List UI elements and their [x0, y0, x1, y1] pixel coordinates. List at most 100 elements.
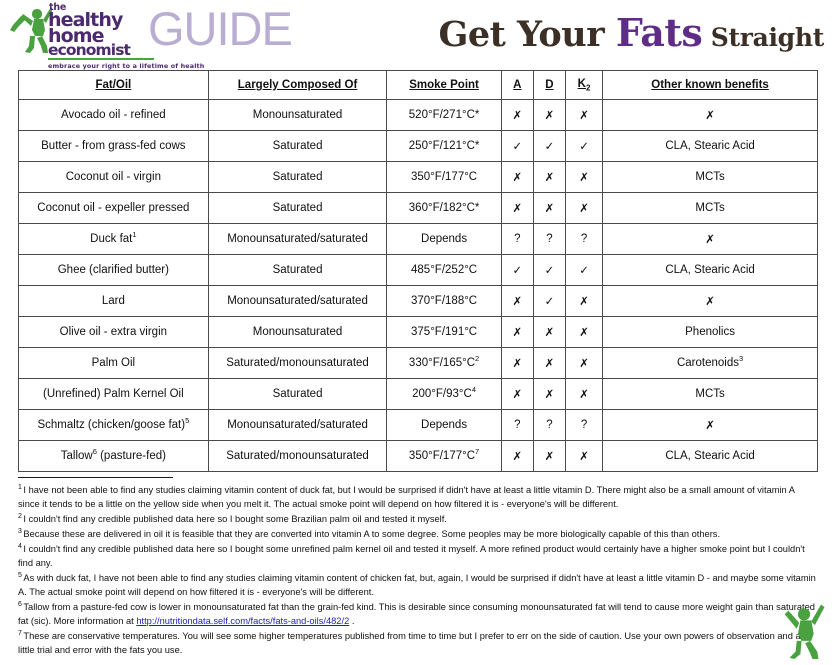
column-header-vitamin-a: A: [500, 70, 534, 100]
footnote-number: 6: [18, 600, 22, 608]
cell-vitamin-k2: ✓: [564, 254, 604, 286]
cell-composed-of: Saturated/monounsaturated: [207, 440, 388, 472]
cell-vitamin-a: ✓: [500, 130, 534, 162]
cell-fat-oil: Tallow6 (pasture-fed): [18, 440, 209, 472]
table-row: Avocado oil - refined Monounsaturated 520°…: [18, 99, 818, 131]
cell-fat-oil: Palm Oil: [18, 347, 209, 379]
logo-wordmark: the healthy home economist embrace your …: [48, 3, 204, 70]
cell-fat-oil: Duck fat1: [18, 223, 209, 255]
table-row: Coconut oil - expeller pressed Saturated 3…: [18, 192, 818, 224]
cell-composed-of: Monounsaturated/saturated: [207, 409, 388, 441]
cell-vitamin-d: ✗: [532, 316, 567, 348]
cell-vitamin-d: ✗: [532, 192, 567, 224]
table-row: Butter - from grass-fed cows Saturated 250…: [18, 130, 818, 162]
cell-smoke-point: Depends: [386, 223, 502, 255]
footnote-text: Because these are delivered in oil it is…: [23, 528, 721, 539]
cell-vitamin-k2: ✗: [564, 99, 604, 131]
cell-fat-oil: Coconut oil - expeller pressed: [18, 192, 209, 224]
jumping-person-logo-icon: [10, 7, 52, 53]
footnote-text: I couldn't find any credible published d…: [23, 514, 447, 525]
footnote-number: 2: [18, 513, 22, 520]
footnote-text: I have not been able to find any studies…: [18, 485, 795, 510]
cell-smoke-point: 485°F/252°C: [386, 254, 502, 286]
cell-vitamin-a: ✗: [500, 316, 534, 348]
cell-vitamin-k2: ?: [564, 223, 604, 255]
footnote-marker: 7: [475, 447, 480, 457]
cell-vitamin-k2: ?: [564, 409, 604, 441]
cell-vitamin-k2: ✗: [564, 285, 604, 317]
jumping-person-mascot-icon: [784, 604, 825, 659]
cell-smoke-point: 375°F/191°C: [386, 316, 502, 348]
cell-vitamin-d: ✓: [532, 130, 567, 162]
cell-vitamin-a: ?: [500, 409, 534, 441]
cell-other-benefits: CLA, Stearic Acid: [602, 130, 818, 162]
cell-composed-of: Monounsaturated/saturated: [207, 285, 388, 317]
footnote: 6 Tallow from a pasture-fed cow is lower …: [18, 600, 818, 629]
cell-fat-oil: (Unrefined) Palm Kernel Oil: [18, 378, 209, 410]
footnote-text-after: .: [349, 616, 355, 627]
column-header-fat-oil: Fat/Oil: [18, 70, 209, 100]
cell-composed-of: Saturated: [207, 254, 388, 286]
footnote-number: 5: [18, 571, 22, 579]
table-row: Coconut oil - virgin Saturated 350°F/177°C…: [18, 161, 818, 193]
cell-vitamin-d: ✗: [532, 347, 567, 379]
column-header-smoke-point: Smoke Point: [386, 70, 502, 100]
title-part-1: Get Your: [438, 14, 616, 55]
title-highlight-fats: Fats: [615, 10, 703, 55]
cell-vitamin-a: ✗: [500, 192, 534, 224]
footnote: 2I couldn't find any credible published …: [18, 512, 818, 526]
cell-vitamin-a: ✗: [500, 161, 534, 193]
table-row: Ghee (clarified butter) Saturated 485°F/25…: [18, 254, 818, 286]
cell-vitamin-d: ✗: [532, 161, 567, 193]
cell-composed-of: Saturated/monounsaturated: [207, 347, 388, 379]
footnote-marker: 4: [471, 385, 476, 395]
cell-vitamin-d: ✗: [532, 440, 567, 472]
cell-other-benefits: MCTs: [602, 161, 818, 193]
table-body: Avocado oil - refined Monounsaturated 520°…: [18, 99, 818, 472]
cell-smoke-point: 200°F/93°C4: [386, 378, 502, 410]
cell-smoke-point: 250°F/121°C*: [386, 130, 502, 162]
cell-vitamin-k2: ✗: [564, 378, 604, 410]
column-header-vitamin-d: D: [532, 70, 567, 100]
cell-fat-oil: Avocado oil - refined: [18, 99, 209, 131]
footnote-number: 1: [18, 483, 22, 491]
footnote-number: 4: [18, 542, 22, 550]
table-header-row-group: Fat/Oil Largely Composed Of Smoke Point …: [18, 70, 818, 100]
footnotes-section: 1I have not been able to find any studie…: [18, 483, 818, 658]
cell-vitamin-k2: ✗: [564, 316, 604, 348]
footnote-text: I couldn't find any credible published d…: [18, 543, 805, 568]
footnote: 5 As with duck fat, I have not been able …: [18, 571, 818, 600]
title-part-2: Straight: [702, 23, 825, 52]
footnote-marker: 2: [475, 354, 480, 364]
cell-vitamin-d: ?: [532, 223, 567, 255]
cell-fat-oil: Coconut oil - virgin: [18, 161, 209, 193]
cell-smoke-point: 360°F/182°C*: [386, 192, 502, 224]
cell-vitamin-d: ✗: [532, 99, 567, 131]
table-header-row: Fat/Oil Largely Composed Of Smoke Point …: [18, 70, 818, 100]
footnote-marker: 3: [738, 354, 744, 364]
fats-table-container: Fat/Oil Largely Composed Of Smoke Point …: [18, 70, 818, 472]
cell-vitamin-k2: ✓: [564, 130, 604, 162]
footnote-separator-rule: [18, 477, 173, 478]
column-header-other-benefits: Other known benefits: [602, 70, 818, 100]
cell-composed-of: Saturated: [207, 161, 388, 193]
cell-fat-oil: Schmaltz (chicken/goose fat)5: [18, 409, 209, 441]
cell-vitamin-d: ✓: [532, 254, 567, 286]
footnote-link[interactable]: http://nutritiondata.self.com/facts/fats…: [136, 616, 349, 626]
cell-composed-of: Monounsaturated: [207, 316, 388, 348]
cell-fat-oil: Ghee (clarified butter): [18, 254, 209, 286]
table-row: Schmaltz (chicken/goose fat)5 Monounsatur…: [18, 409, 818, 441]
footnote: 1I have not been able to find any studie…: [18, 483, 818, 512]
footnote-marker: 5: [185, 416, 190, 426]
cell-smoke-point: 350°F/177°C: [386, 161, 502, 193]
footnote-text: As with duck fat, I have not been able t…: [18, 572, 816, 598]
cell-other-benefits: MCTs: [602, 192, 818, 224]
cell-smoke-point: 330°F/165°C2: [386, 347, 502, 379]
cell-vitamin-k2: ✗: [564, 192, 604, 224]
cell-other-benefits: ✗: [602, 99, 818, 131]
cell-smoke-point: 520°F/271°C*: [386, 99, 502, 131]
cell-composed-of: Saturated: [207, 130, 388, 162]
footnote-text: These are conservative temperatures. You…: [18, 630, 801, 656]
column-header-vitamin-k2: K2: [564, 70, 604, 100]
cell-vitamin-k2: ✗: [564, 161, 604, 193]
